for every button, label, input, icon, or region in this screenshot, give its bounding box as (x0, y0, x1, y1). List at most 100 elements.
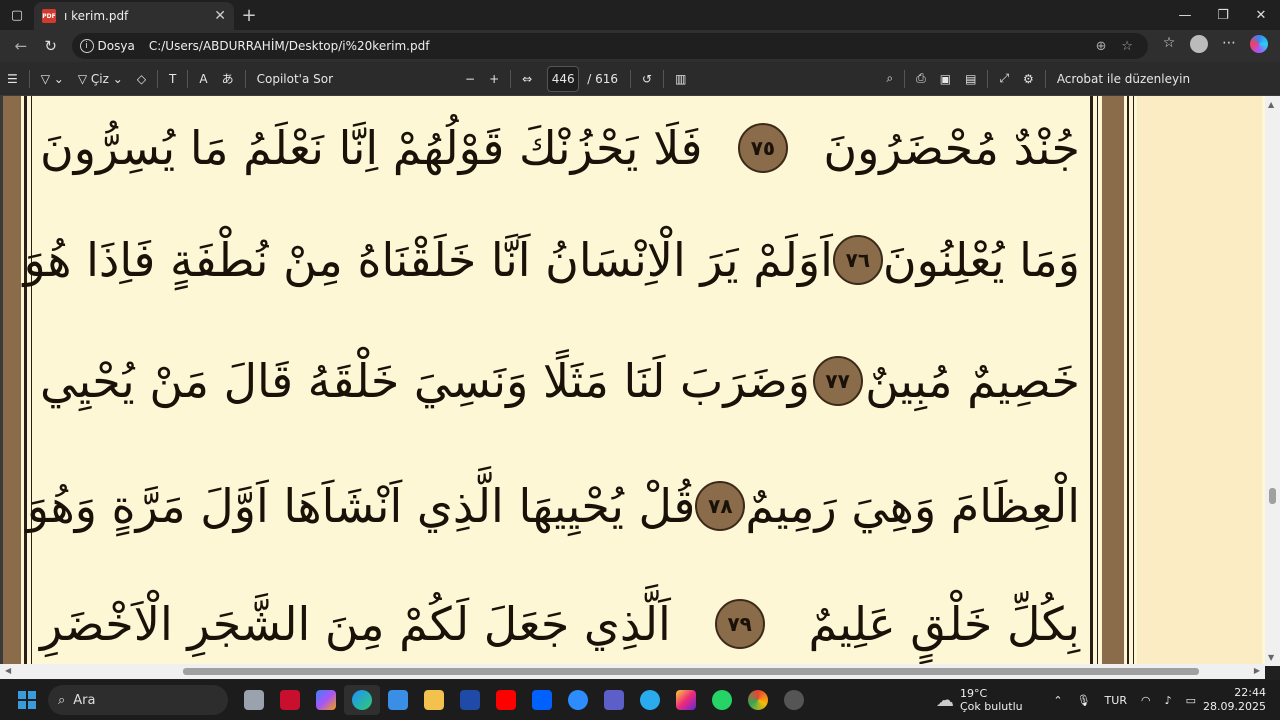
divider (187, 69, 189, 88)
volume-icon[interactable]: ♪ (1158, 694, 1179, 707)
verse-text: خَصِيمٌ مُبِينٌ (865, 354, 1080, 408)
print-icon[interactable]: ⎙ (909, 71, 933, 86)
youtube-icon[interactable] (488, 685, 524, 715)
horizontal-scroll-thumb[interactable] (183, 668, 1199, 675)
scroll-left-icon[interactable]: ◀ (5, 666, 11, 675)
zoom-out-icon[interactable]: − (458, 72, 482, 86)
page-number-input[interactable]: 446 (547, 65, 580, 92)
verse-text: وَمَا يُعْلِنُونَ (882, 233, 1080, 287)
store-icon[interactable] (380, 685, 416, 715)
browser-right-icons: ☆ ⋯ (1154, 35, 1274, 57)
favorites-icon[interactable]: ☆ (1154, 35, 1184, 57)
l-app-icon[interactable] (452, 685, 488, 715)
battery-icon[interactable]: ▭ (1179, 694, 1203, 707)
zoom-icon[interactable]: ⊕ (1088, 39, 1114, 54)
fit-page-icon[interactable]: ⇔ (515, 72, 539, 86)
taskbar-search[interactable]: ⌕ Ara (48, 685, 228, 715)
settings-gear-icon[interactable]: ⚙ (1016, 72, 1041, 86)
divider (28, 69, 30, 88)
clock-date: 28.09.2025 (1203, 700, 1266, 713)
eraser-icon[interactable]: ◇ (130, 72, 153, 86)
divider (510, 69, 512, 88)
taskbar: ⌕ Ara ☁ 19°C Çok bulutlu ⌃ 🎙 TUR ◠ ♪ ▭ 2… (0, 680, 1280, 720)
microphone-icon[interactable]: 🎙 (1070, 694, 1098, 707)
copilot-icon[interactable] (1244, 35, 1274, 57)
save-as-icon[interactable]: ▤ (958, 72, 983, 86)
wifi-icon[interactable]: ◠ (1134, 694, 1158, 707)
divider (157, 69, 159, 88)
telegram-icon[interactable] (632, 685, 668, 715)
recording-app-icon[interactable] (776, 685, 812, 715)
verse-text: اَوَلَمْ يَرَ الْاِنْسَانُ اَنَّا خَلَقْ… (23, 233, 833, 287)
read-aloud-icon[interactable]: A (192, 72, 214, 86)
refresh-icon[interactable]: ↻ (36, 37, 66, 55)
vertical-scroll-thumb[interactable] (1269, 488, 1276, 504)
clock[interactable]: 22:44 28.09.2025 (1203, 686, 1280, 714)
whatsapp-icon[interactable] (704, 685, 740, 715)
page-view-icon[interactable]: ▥ (668, 72, 693, 86)
back-icon[interactable]: ← (6, 37, 36, 55)
translate-icon[interactable]: あ (215, 70, 241, 87)
new-tab-icon[interactable]: + (234, 5, 264, 26)
mcafee-icon[interactable] (272, 685, 308, 715)
close-tab-icon[interactable]: ✕ (214, 8, 226, 24)
pdf-viewer[interactable]: جُنْدٌ مُحْضَرُونَ ٧٥ فَلَا يَحْزُنْكَ ق… (0, 96, 1280, 666)
weather-desc: Çok bulutlu (960, 700, 1023, 713)
task-view-icon[interactable] (236, 685, 272, 715)
scroll-down-icon[interactable]: ▼ (1268, 653, 1274, 662)
info-icon[interactable]: i (79, 39, 94, 53)
page-border-right (1102, 96, 1124, 666)
minimize-icon[interactable]: — (1166, 8, 1204, 23)
weather-widget[interactable]: ☁ 19°C Çok bulutlu (936, 687, 1023, 713)
vertical-scrollbar[interactable]: ▲ ▼ (1265, 96, 1280, 666)
pdf-toolbar: ☰ ▽ ⌄ ▽ Çiz ⌄ ◇ T A あ Copilot'a Sor − + … (0, 62, 1280, 96)
tab-actions-icon[interactable]: ▢ (0, 0, 34, 30)
copilot-app-icon[interactable] (308, 685, 344, 715)
contents-icon[interactable]: ☰ (0, 72, 25, 86)
highlight-icon[interactable]: ▽ ⌄ (34, 72, 71, 86)
text-tool-icon[interactable]: T (162, 72, 183, 86)
file-scheme-label: Dosya (97, 39, 135, 53)
url-text[interactable]: C:/Users/ABDURRAHİM/Desktop/i%20kerim.pd… (149, 39, 1088, 53)
favorite-star-icon[interactable]: ☆ (1114, 39, 1140, 54)
scroll-right-icon[interactable]: ▶ (1254, 666, 1260, 675)
active-tab[interactable]: PDF ı kerim.pdf ✕ (34, 2, 234, 30)
page-border-line (1133, 96, 1134, 666)
language-indicator[interactable]: TUR (1098, 694, 1134, 707)
verse-text: جُنْدٌ مُحْضَرُونَ (823, 121, 1080, 175)
teams-icon[interactable] (596, 685, 632, 715)
clock-time: 22:44 (1234, 686, 1266, 699)
search-icon: ⌕ (58, 692, 66, 708)
verse-text: قُلْ يُحْيِيهَا الَّذِي اَنْشَاَهَا اَوَ… (26, 479, 696, 533)
start-windows-icon[interactable] (18, 691, 36, 709)
file-explorer-icon[interactable] (416, 685, 452, 715)
window-controls: — ❐ ✕ (1166, 8, 1280, 23)
verse-text: الْعِظَامَ وَهِيَ رَمِيمٌ (745, 479, 1080, 533)
more-options-icon[interactable]: ⋯ (1214, 35, 1244, 57)
draw-tool[interactable]: ▽ Çiz ⌄ (71, 72, 130, 86)
ayah-number-marker: ٧٥ (737, 123, 788, 173)
maximize-icon[interactable]: ❐ (1204, 8, 1242, 23)
weather-temp: 19°C (960, 687, 988, 700)
edge-icon[interactable] (344, 685, 380, 715)
fullscreen-icon[interactable]: ⤢ (992, 71, 1016, 86)
scroll-up-icon[interactable]: ▲ (1268, 100, 1274, 109)
search-placeholder: Ara (73, 692, 96, 708)
divider (904, 69, 906, 88)
rotate-icon[interactable]: ↺ (635, 72, 659, 86)
url-field[interactable]: i Dosya C:/Users/ABDURRAHİM/Desktop/i%20… (71, 33, 1149, 59)
chrome-icon[interactable] (740, 685, 776, 715)
copilot-ask-button[interactable]: Copilot'a Sor (250, 72, 340, 86)
tray-overflow-icon[interactable]: ⌃ (1046, 694, 1069, 707)
zoom-in-icon[interactable]: + (482, 72, 506, 86)
dropbox-icon[interactable] (524, 685, 560, 715)
close-window-icon[interactable]: ✕ (1242, 8, 1280, 23)
instagram-icon[interactable] (668, 685, 704, 715)
profile-avatar[interactable] (1184, 35, 1214, 57)
search-pdf-icon[interactable]: ⌕ (879, 71, 900, 86)
zoom-icon[interactable] (560, 685, 596, 715)
horizontal-scrollbar[interactable]: ◀ ▶ (0, 664, 1265, 679)
acrobat-edit-button[interactable]: Acrobat ile düzenleyin (1050, 72, 1197, 86)
save-icon[interactable]: ▣ (933, 72, 958, 86)
text-line: جُنْدٌ مُحْضَرُونَ ٧٥ فَلَا يَحْزُنْكَ ق… (40, 108, 1080, 188)
